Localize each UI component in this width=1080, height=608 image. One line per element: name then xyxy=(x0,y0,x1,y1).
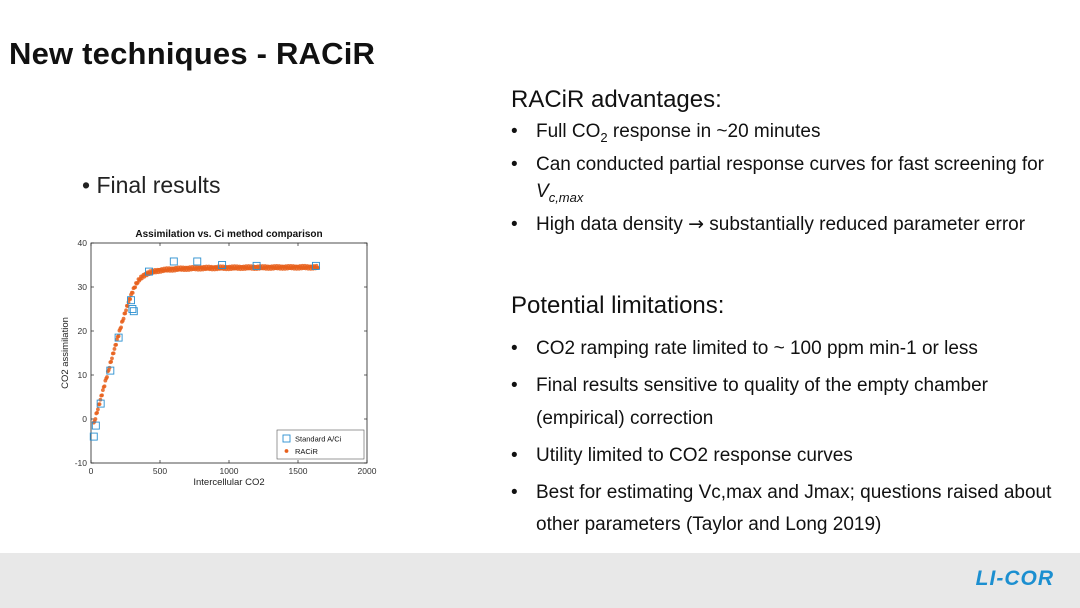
racir-point xyxy=(133,285,138,290)
racir-point xyxy=(121,316,126,321)
licor-logo: LI-COR xyxy=(975,567,1054,590)
x-tick-label: 1000 xyxy=(220,466,239,476)
racir-point xyxy=(93,417,98,421)
y-tick-label: 20 xyxy=(78,326,88,336)
racir-point xyxy=(112,347,117,351)
legend-label-standard: Standard A/Ci xyxy=(295,435,342,444)
final-results-label: Final results xyxy=(96,172,221,198)
advantage-item: Full CO2 response in ~20 minutes xyxy=(511,118,1071,151)
arrow-icon: → xyxy=(688,212,705,235)
slide-title: New techniques - RACiR xyxy=(9,36,376,71)
advantages-heading: RACiR advantages: xyxy=(511,86,722,113)
advantage-item: High data density → substantially reduce… xyxy=(511,211,1071,238)
racir-point xyxy=(107,365,112,370)
y-tick-label: 0 xyxy=(82,414,87,424)
racir-point xyxy=(124,308,128,313)
x-tick-label: 2000 xyxy=(358,466,377,476)
racir-point xyxy=(105,375,109,379)
racir-point xyxy=(128,297,133,302)
advantage-item: Can conducted partial response curves fo… xyxy=(511,151,1071,211)
racir-point xyxy=(130,290,135,295)
limitation-item: Best for estimating Vc,max and Jmax; que… xyxy=(511,477,1071,542)
racir-point xyxy=(109,359,114,364)
x-tick-label: 500 xyxy=(153,466,167,476)
racir-point xyxy=(100,388,105,393)
racir-point xyxy=(110,356,114,361)
y-tick-label: 30 xyxy=(78,282,88,292)
y-axis-label: CO2 assimilation xyxy=(60,317,71,389)
y-tick-label: 10 xyxy=(78,370,88,380)
limitation-item: CO2 ramping rate limited to ~ 100 ppm mi… xyxy=(511,333,1071,366)
legend-marker-racir xyxy=(284,449,289,453)
limitation-item: Final results sensitive to quality of th… xyxy=(511,370,1071,435)
chart-svg: Assimilation vs. Ci method comparison 0 50… xyxy=(60,229,377,488)
racir-point xyxy=(95,410,99,415)
limitations-heading: Potential limitations: xyxy=(511,292,725,319)
advantages-list: Full CO2 response in ~20 minutes Can con… xyxy=(511,118,1071,238)
final-results-bullet: • Final results xyxy=(82,172,220,199)
racir-point xyxy=(116,334,121,338)
footer-bar: LI-COR xyxy=(0,553,1080,608)
assimilation-chart: Assimilation vs. Ci method comparison 0 50… xyxy=(58,220,388,500)
limitations-list: CO2 ramping rate limited to ~ 100 ppm mi… xyxy=(511,333,1071,546)
legend-label-racir: RACiR xyxy=(295,447,319,456)
x-tick-label: 0 xyxy=(89,466,94,476)
racir-point xyxy=(97,402,102,406)
chart-title: Assimilation vs. Ci method comparison xyxy=(135,229,322,240)
racir-point xyxy=(102,384,107,389)
racir-point xyxy=(100,393,104,398)
racir-point xyxy=(111,351,116,356)
limitation-item: Utility limited to CO2 response curves xyxy=(511,440,1071,473)
racir-point xyxy=(114,342,119,347)
racir-point xyxy=(119,325,123,330)
y-tick-label: -10 xyxy=(75,458,88,468)
racir-point xyxy=(96,407,100,412)
x-axis-label: Intercellular CO2 xyxy=(193,477,264,488)
y-tick-label: 40 xyxy=(78,238,88,248)
x-tick-label: 1500 xyxy=(289,466,308,476)
bullet-dot: • xyxy=(82,172,91,198)
